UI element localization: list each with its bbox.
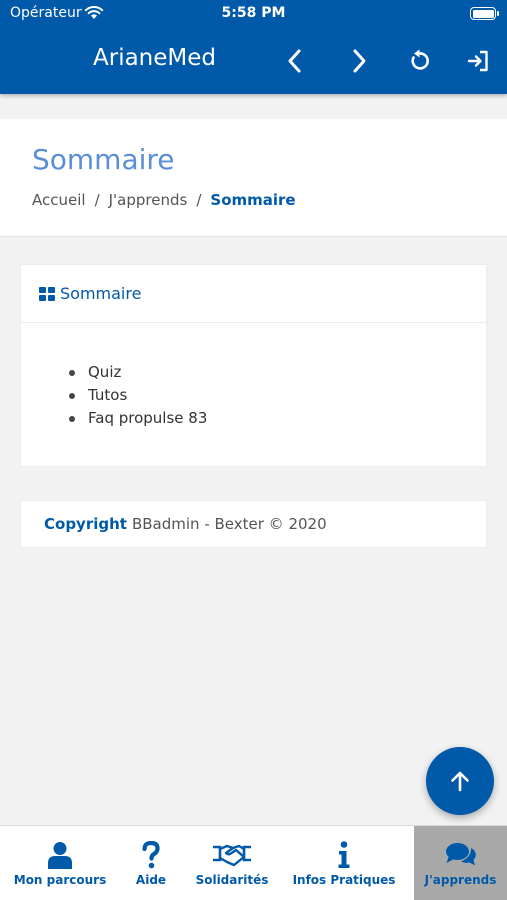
breadcrumb-japprends[interactable]: J'apprends [109, 191, 188, 209]
tab-label: Aide [135, 873, 167, 887]
status-bar: Opérateur 5:58 PM [0, 0, 507, 28]
list-item-faq[interactable]: Faq propulse 83 [21, 407, 486, 430]
page-header: Sommaire Accueil / J'apprends / Sommaire [0, 119, 507, 237]
tab-mon-parcours[interactable]: Mon parcours [10, 826, 110, 900]
footer: Copyright BBadmin - Bexter © 2020 [20, 500, 487, 548]
tab-label: Solidarités [195, 873, 269, 887]
question-icon [142, 841, 160, 869]
copyright-label: Copyright [44, 515, 127, 533]
nav-bar: ArianeMed [0, 28, 507, 94]
breadcrumb: Accueil / J'apprends / Sommaire [32, 191, 296, 209]
arrow-up-icon [451, 771, 469, 792]
grid-icon [39, 286, 55, 301]
reload-icon [411, 49, 429, 70]
tab-solidarites[interactable]: Solidarités [192, 826, 272, 900]
chat-icon [445, 843, 476, 866]
tab-japprends[interactable]: J'apprends [414, 826, 507, 900]
chevron-left-icon [288, 49, 301, 73]
app-title: ArianeMed [93, 45, 216, 71]
list-item-quiz[interactable]: Quiz [21, 361, 486, 384]
back-button[interactable] [278, 44, 312, 78]
sommaire-list: Quiz Tutos Faq propulse 83 [21, 361, 486, 430]
tab-label: Mon parcours [13, 873, 107, 887]
copyright-text: BBadmin - Bexter © 2020 [131, 515, 327, 533]
handshake-icon [213, 844, 251, 867]
list-item-tutos[interactable]: Tutos [21, 384, 486, 407]
reload-button[interactable] [402, 44, 436, 78]
tab-label: J'apprends [424, 873, 497, 887]
user-icon [48, 842, 72, 869]
logout-icon [467, 50, 488, 72]
scroll-top-button[interactable] [426, 747, 494, 815]
card-header: Sommaire [21, 265, 486, 323]
sommaire-card: Sommaire Quiz Tutos Faq propulse 83 [20, 264, 487, 467]
tab-bar: Mon parcours Aide Solidarités Infos Prat… [0, 825, 507, 900]
logout-button[interactable] [461, 44, 495, 78]
tab-aide[interactable]: Aide [126, 826, 176, 900]
status-time: 5:58 PM [221, 5, 286, 21]
breadcrumb-current: Sommaire [210, 191, 296, 209]
info-icon [338, 841, 350, 868]
page-title: Sommaire [32, 143, 175, 176]
breadcrumb-home[interactable]: Accueil [32, 191, 86, 209]
card-title: Sommaire [60, 284, 142, 303]
forward-button[interactable] [342, 44, 376, 78]
tab-label: Infos Pratiques [292, 873, 396, 887]
battery-icon [470, 7, 499, 20]
tab-infos-pratiques[interactable]: Infos Pratiques [290, 826, 398, 900]
chevron-right-icon [353, 49, 366, 73]
